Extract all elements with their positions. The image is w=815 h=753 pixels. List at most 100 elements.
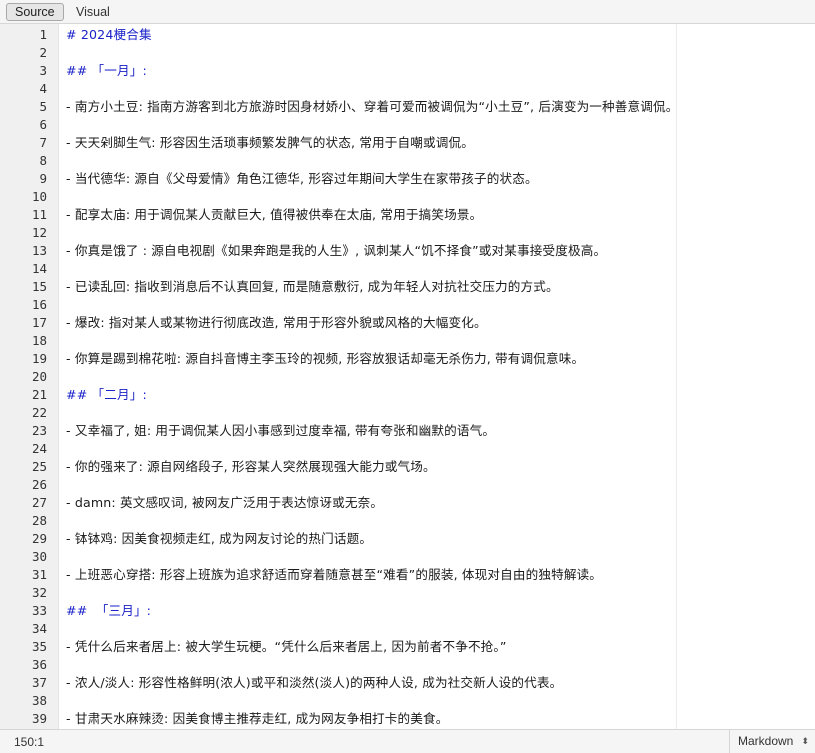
editor-line[interactable]: 31 - 上班恶心穿搭: 形容上班族为追求舒适而穿着随意甚至“难看”的服装, 体现… bbox=[0, 566, 815, 584]
line-text: - 甘肃天水麻辣烫: 因美食博主推荐走红, 成为网友争相打卡的美食。 bbox=[66, 711, 449, 726]
line-number: 20 bbox=[31, 369, 47, 384]
line-number: 6 bbox=[39, 117, 47, 132]
editor-line[interactable]: 34 bbox=[0, 620, 815, 638]
editor-line[interactable]: 19 - 你算是踢到棉花啦: 源自抖音博主李玉玲的视频, 形容放狠话却毫无杀伤力,… bbox=[0, 350, 815, 368]
editor-toolbar: Source Visual bbox=[0, 0, 815, 24]
editor-line[interactable]: 20 bbox=[0, 368, 815, 386]
updown-arrow-icon: ⬍ bbox=[801, 736, 809, 746]
code-editor[interactable]: 1 # 2024梗合集 2 3 ## 「一月」: 4 5- 南方小土豆: 指南方游客到北方旅… bbox=[0, 24, 815, 729]
line-number: 29 bbox=[31, 531, 47, 546]
editor-line[interactable]: 2 bbox=[0, 44, 815, 62]
line-text: - 当代德华: 源自《父母爱情》角色江德华, 形容过年期间大学生在家带孩子的状态… bbox=[66, 171, 538, 186]
line-number: 8 bbox=[39, 153, 47, 168]
cursor-position: 150:1 bbox=[14, 735, 45, 749]
line-number: 2 bbox=[39, 45, 47, 60]
line-number: 3 bbox=[39, 63, 47, 78]
line-text: - 浓人/淡人: 形容性格鲜明(浓人)或平和淡然(淡人)的两种人设, 成为社交新… bbox=[66, 675, 563, 690]
editor-line[interactable]: 6 bbox=[0, 116, 815, 134]
line-number: 1 bbox=[39, 27, 47, 42]
line-number: 15 bbox=[31, 279, 47, 294]
editor-line[interactable]: 11 - 配享太庙: 用于调侃某人贡献巨大, 值得被供奉在太庙, 常用于搞笑场景。 bbox=[0, 206, 815, 224]
line-number: 17 bbox=[31, 315, 47, 330]
line-number: 11 bbox=[31, 207, 47, 222]
line-number: 21 bbox=[31, 387, 47, 402]
editor-line[interactable]: 32 bbox=[0, 584, 815, 602]
line-number: 39 bbox=[31, 711, 47, 726]
editor-line[interactable]: 1 # 2024梗合集 bbox=[0, 26, 815, 44]
line-number: 7 bbox=[39, 135, 47, 150]
editor-line[interactable]: 25 - 你的强来了: 源自网络段子, 形容某人突然展现强大能力或气场。 bbox=[0, 458, 815, 476]
editor-line[interactable]: 33 ## 「三月」: bbox=[0, 602, 815, 620]
line-number: 31 bbox=[31, 567, 47, 582]
editor-line[interactable]: 28 bbox=[0, 512, 815, 530]
line-number: 37 bbox=[31, 675, 47, 690]
line-number: 25 bbox=[31, 459, 47, 474]
editor-line[interactable]: 14 bbox=[0, 260, 815, 278]
line-text: - damn: 英文感叹词, 被网友广泛用于表达惊讶或无奈。 bbox=[66, 495, 384, 510]
editor-line[interactable]: 17 - 爆改: 指对某人或某物进行彻底改造, 常用于形容外貌或风格的大幅变化。 bbox=[0, 314, 815, 332]
editor-line[interactable]: 36 bbox=[0, 656, 815, 674]
editor-line[interactable]: 7 - 天天剁脚生气: 形容因生活琐事频繁发脾气的状态, 常用于自嘲或调侃。 bbox=[0, 134, 815, 152]
editor-line[interactable]: 29 - 钵钵鸡: 因美食视频走红, 成为网友讨论的热门话题。 bbox=[0, 530, 815, 548]
editor-line[interactable]: 27 - damn: 英文感叹词, 被网友广泛用于表达惊讶或无奈。 bbox=[0, 494, 815, 512]
line-number: 28 bbox=[31, 513, 47, 528]
line-text: - 上班恶心穿搭: 形容上班族为追求舒适而穿着随意甚至“难看”的服装, 体现对自… bbox=[66, 567, 603, 582]
status-bar: 150:1 Markdown ⬍ bbox=[0, 729, 815, 753]
markdown-heading: # 2024梗合集 bbox=[66, 27, 152, 42]
line-number: 4 bbox=[39, 81, 47, 96]
editor-line[interactable]: 30 bbox=[0, 548, 815, 566]
editor-line[interactable]: 13 - 你真是饿了 : 源自电视剧《如果奔跑是我的人生》, 讽刺某人“饥不择食”… bbox=[0, 242, 815, 260]
editor-line[interactable]: 5 - 南方小土豆: 指南方游客到北方旅游时因身材娇小、穿着可爱而被调侃为“小土豆… bbox=[0, 98, 815, 116]
line-number: 33 bbox=[31, 603, 47, 618]
line-number: 34 bbox=[31, 621, 47, 636]
editor-line[interactable]: 26 bbox=[0, 476, 815, 494]
editor-line[interactable]: 23 - 又幸福了, 姐: 用于调侃某人因小事感到过度幸福, 带有夸张和幽默的语气… bbox=[0, 422, 815, 440]
editor-line[interactable]: 12 bbox=[0, 224, 815, 242]
line-text: - 爆改: 指对某人或某物进行彻底改造, 常用于形容外貌或风格的大幅变化。 bbox=[66, 315, 487, 330]
markdown-heading: ## 「一月」: bbox=[66, 63, 147, 78]
editor-line[interactable]: 22 bbox=[0, 404, 815, 422]
line-number: 36 bbox=[31, 657, 47, 672]
line-text: - 配享太庙: 用于调侃某人贡献巨大, 值得被供奉在太庙, 常用于搞笑场景。 bbox=[66, 207, 483, 222]
editor-line[interactable]: 9 - 当代德华: 源自《父母爱情》角色江德华, 形容过年期间大学生在家带孩子的状… bbox=[0, 170, 815, 188]
editor-line[interactable]: 16 bbox=[0, 296, 815, 314]
tab-source[interactable]: Source bbox=[6, 3, 64, 21]
editor-line[interactable]: 15 - 已读乱回: 指收到消息后不认真回复, 而是随意敷衍, 成为年轻人对抗社交… bbox=[0, 278, 815, 296]
editor-line[interactable]: 8 bbox=[0, 152, 815, 170]
line-number: 30 bbox=[31, 549, 47, 564]
line-number: 23 bbox=[31, 423, 47, 438]
line-number: 38 bbox=[31, 693, 47, 708]
line-text: - 钵钵鸡: 因美食视频走红, 成为网友讨论的热门话题。 bbox=[66, 531, 373, 546]
editor-line[interactable]: 37 - 浓人/淡人: 形容性格鲜明(浓人)或平和淡然(淡人)的两种人设, 成为社… bbox=[0, 674, 815, 692]
line-number: 24 bbox=[31, 441, 47, 456]
line-number: 10 bbox=[31, 189, 47, 204]
line-text: - 天天剁脚生气: 形容因生活琐事频繁发脾气的状态, 常用于自嘲或调侃。 bbox=[66, 135, 475, 150]
language-mode-select[interactable]: Markdown ⬍ bbox=[729, 730, 815, 753]
editor-line[interactable]: 21 ## 「二月」: bbox=[0, 386, 815, 404]
editor-line[interactable]: 24 bbox=[0, 440, 815, 458]
line-text: - 南方小土豆: 指南方游客到北方旅游时因身材娇小、穿着可爱而被调侃为“小土豆”… bbox=[66, 99, 679, 114]
line-number: 9 bbox=[39, 171, 47, 186]
editor-line[interactable]: 38 bbox=[0, 692, 815, 710]
line-text: - 又幸福了, 姐: 用于调侃某人因小事感到过度幸福, 带有夸张和幽默的语气。 bbox=[66, 423, 496, 438]
tab-visual[interactable]: Visual bbox=[67, 3, 119, 21]
line-number: 16 bbox=[31, 297, 47, 312]
editor-line[interactable]: 4 bbox=[0, 80, 815, 98]
editor-line[interactable]: 39 - 甘肃天水麻辣烫: 因美食博主推荐走红, 成为网友争相打卡的美食。 bbox=[0, 710, 815, 728]
markdown-heading: ## 「二月」: bbox=[66, 387, 147, 402]
line-number: 5 bbox=[39, 99, 47, 114]
line-number: 35 bbox=[31, 639, 47, 654]
line-number: 14 bbox=[31, 261, 47, 276]
line-number: 22 bbox=[31, 405, 47, 420]
language-mode-label: Markdown bbox=[738, 734, 794, 748]
editor-line[interactable]: 35 - 凭什么后来者居上: 被大学生玩梗。“凭什么后来者居上, 因为前者不争不抢… bbox=[0, 638, 815, 656]
line-text: - 你算是踢到棉花啦: 源自抖音博主李玉玲的视频, 形容放狠话却毫无杀伤力, 带… bbox=[66, 351, 585, 366]
line-number: 26 bbox=[31, 477, 47, 492]
line-number: 32 bbox=[31, 585, 47, 600]
line-number: 18 bbox=[31, 333, 47, 348]
editor-line[interactable]: 10 bbox=[0, 188, 815, 206]
editor-line[interactable]: 18 bbox=[0, 332, 815, 350]
line-text: - 你的强来了: 源自网络段子, 形容某人突然展现强大能力或气场。 bbox=[66, 459, 436, 474]
editor-line[interactable]: 3 ## 「一月」: bbox=[0, 62, 815, 80]
line-text: - 凭什么后来者居上: 被大学生玩梗。“凭什么后来者居上, 因为前者不争不抢。” bbox=[66, 639, 507, 654]
